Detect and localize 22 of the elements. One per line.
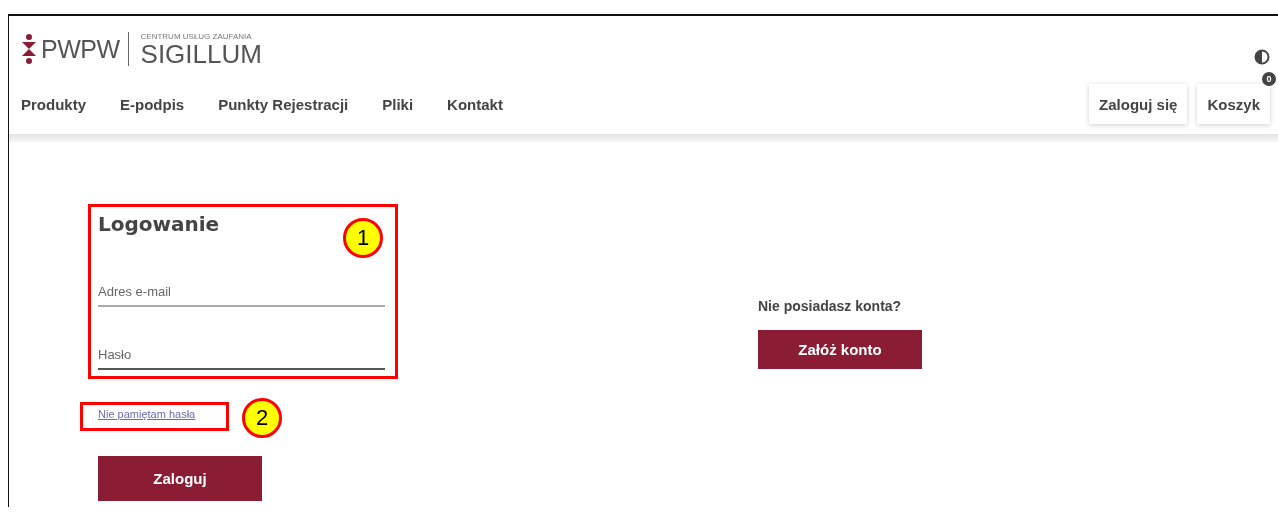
login-title: Logowanie [98, 212, 220, 236]
nav-link[interactable]: E-podpis [120, 95, 185, 113]
login-button[interactable]: Zaloguj się [1089, 84, 1188, 124]
submit-button[interactable]: Zaloguj [98, 456, 262, 501]
contrast-icon[interactable] [1254, 49, 1270, 65]
register-button[interactable]: Załóż konto [758, 330, 922, 369]
callout-number: 1 [343, 218, 383, 258]
forgot-password-link[interactable]: Nie pamiętam hasła [98, 408, 196, 420]
nav-link[interactable]: Pliki [382, 95, 414, 113]
logo-mark-icon [21, 33, 37, 65]
nav-link[interactable]: Punkty Rejestracji [218, 95, 349, 113]
logo-brand: PWPW [41, 34, 120, 64]
logo-subtitle: CENTRUM USŁUG ZAUFANIA [140, 31, 253, 41]
callout-number: 2 [242, 398, 282, 438]
nav-link[interactable]: Produkty [21, 95, 86, 113]
input-field[interactable]: Adres e-mail [98, 284, 385, 307]
nav-link[interactable]: Kontakt [447, 95, 503, 113]
cart-count-badge: 0 [1262, 72, 1276, 86]
register-prompt: Nie posiadasz konta? [758, 298, 903, 314]
cart-button[interactable]: Koszyk [1197, 84, 1270, 124]
input-field[interactable]: Hasło [98, 347, 385, 370]
logo-name: SIGILLUM [140, 40, 262, 67]
